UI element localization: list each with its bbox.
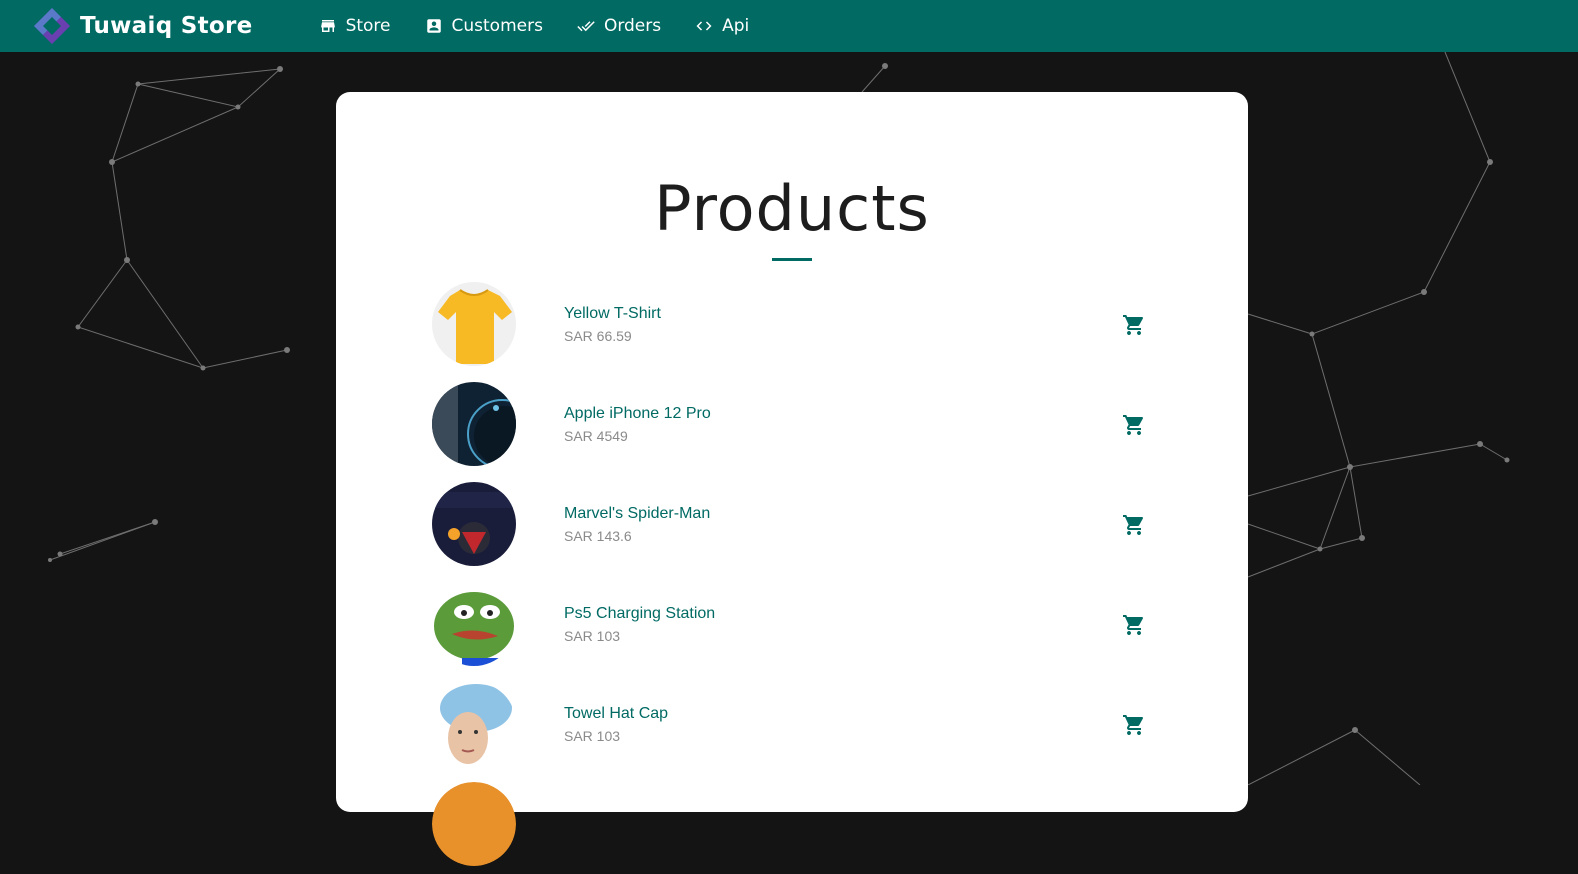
nav-item-label: Customers (451, 16, 543, 36)
product-price: SAR 4549 (564, 427, 628, 444)
product-image (432, 682, 516, 766)
product-name[interactable]: Marvel's Spider-Man (564, 505, 710, 523)
nav-item-customers[interactable]: Customers (425, 16, 543, 36)
product-list: Yellow T-Shirt SAR 66.59 Apple iPhone 12… (432, 274, 1152, 874)
product-image (432, 282, 516, 366)
shopping-cart-icon (1123, 415, 1144, 435)
product-item[interactable]: Apple iPhone 12 Pro SAR 4549 (432, 374, 1152, 474)
add-to-cart-button[interactable] (1122, 713, 1146, 737)
account-box-icon (426, 19, 441, 33)
brand-logo-icon (34, 8, 70, 44)
product-info: Towel Hat Cap SAR 103 (564, 705, 668, 744)
brand[interactable]: Tuwaiq Store (32, 6, 253, 46)
spiderman-cover-image (432, 482, 516, 566)
check-icon (577, 21, 595, 32)
add-to-cart-button[interactable] (1122, 613, 1146, 637)
product-price: SAR 103 (564, 727, 621, 744)
brand-name: Tuwaiq Store (80, 13, 253, 39)
nav-item-label: Orders (603, 16, 662, 36)
product-item-partial[interactable] (432, 774, 1152, 874)
products-card: Products Yellow T-Shirt SAR 66.59 Apple … (336, 92, 1248, 866)
product-name[interactable]: Towel Hat Cap (564, 705, 668, 723)
product-info: Yellow T-Shirt SAR 66.59 (564, 305, 661, 344)
yellow-tshirt-image (432, 282, 516, 366)
nav-item-api[interactable]: Api (695, 16, 749, 36)
page-title: Products (654, 172, 930, 245)
product-item[interactable]: Marvel's Spider-Man SAR 143.6 (432, 474, 1152, 574)
add-to-cart-button[interactable] (1122, 513, 1146, 537)
shopping-cart-icon (1123, 615, 1144, 635)
nav-item-store[interactable]: Store (319, 16, 391, 36)
shopping-cart-icon (1123, 715, 1144, 735)
product-item[interactable]: Ps5 Charging Station SAR 103 (432, 574, 1152, 674)
top-navbar: Tuwaiq Store Store Customers Orders Api (0, 0, 1578, 52)
product-image (432, 582, 516, 666)
product-name[interactable]: Yellow T-Shirt (564, 305, 661, 323)
product-info: Apple iPhone 12 Pro SAR 4549 (564, 405, 711, 444)
product-item[interactable]: Towel Hat Cap SAR 103 (432, 674, 1152, 774)
product-name[interactable]: Ps5 Charging Station (564, 605, 715, 623)
product-price: SAR 143.6 (564, 527, 632, 544)
product-item[interactable]: Yellow T-Shirt SAR 66.59 (432, 274, 1152, 374)
orange-product-image (432, 782, 516, 866)
shopping-cart-icon (1123, 315, 1144, 335)
frog-image (432, 582, 516, 666)
title-underline (772, 258, 812, 261)
product-image (432, 782, 516, 866)
product-price: SAR 103 (564, 627, 621, 644)
code-icon (696, 21, 712, 31)
product-name[interactable]: Apple iPhone 12 Pro (564, 405, 711, 423)
store-icon (320, 20, 335, 32)
product-price: SAR 66.59 (564, 327, 632, 344)
product-info: Ps5 Charging Station SAR 103 (564, 605, 715, 644)
add-to-cart-button[interactable] (1122, 313, 1146, 337)
towel-cap-image (432, 682, 516, 766)
nav-item-orders[interactable]: Orders (577, 16, 661, 36)
nav-item-label: Api (722, 16, 750, 36)
main-nav: Store Customers Orders Api (319, 16, 784, 36)
product-info: Marvel's Spider-Man SAR 143.6 (564, 505, 710, 544)
shopping-cart-icon (1123, 515, 1144, 535)
product-image (432, 482, 516, 566)
iphone-image (432, 382, 516, 466)
add-to-cart-button[interactable] (1122, 413, 1146, 437)
product-image (432, 382, 516, 466)
nav-item-label: Store (345, 16, 391, 36)
